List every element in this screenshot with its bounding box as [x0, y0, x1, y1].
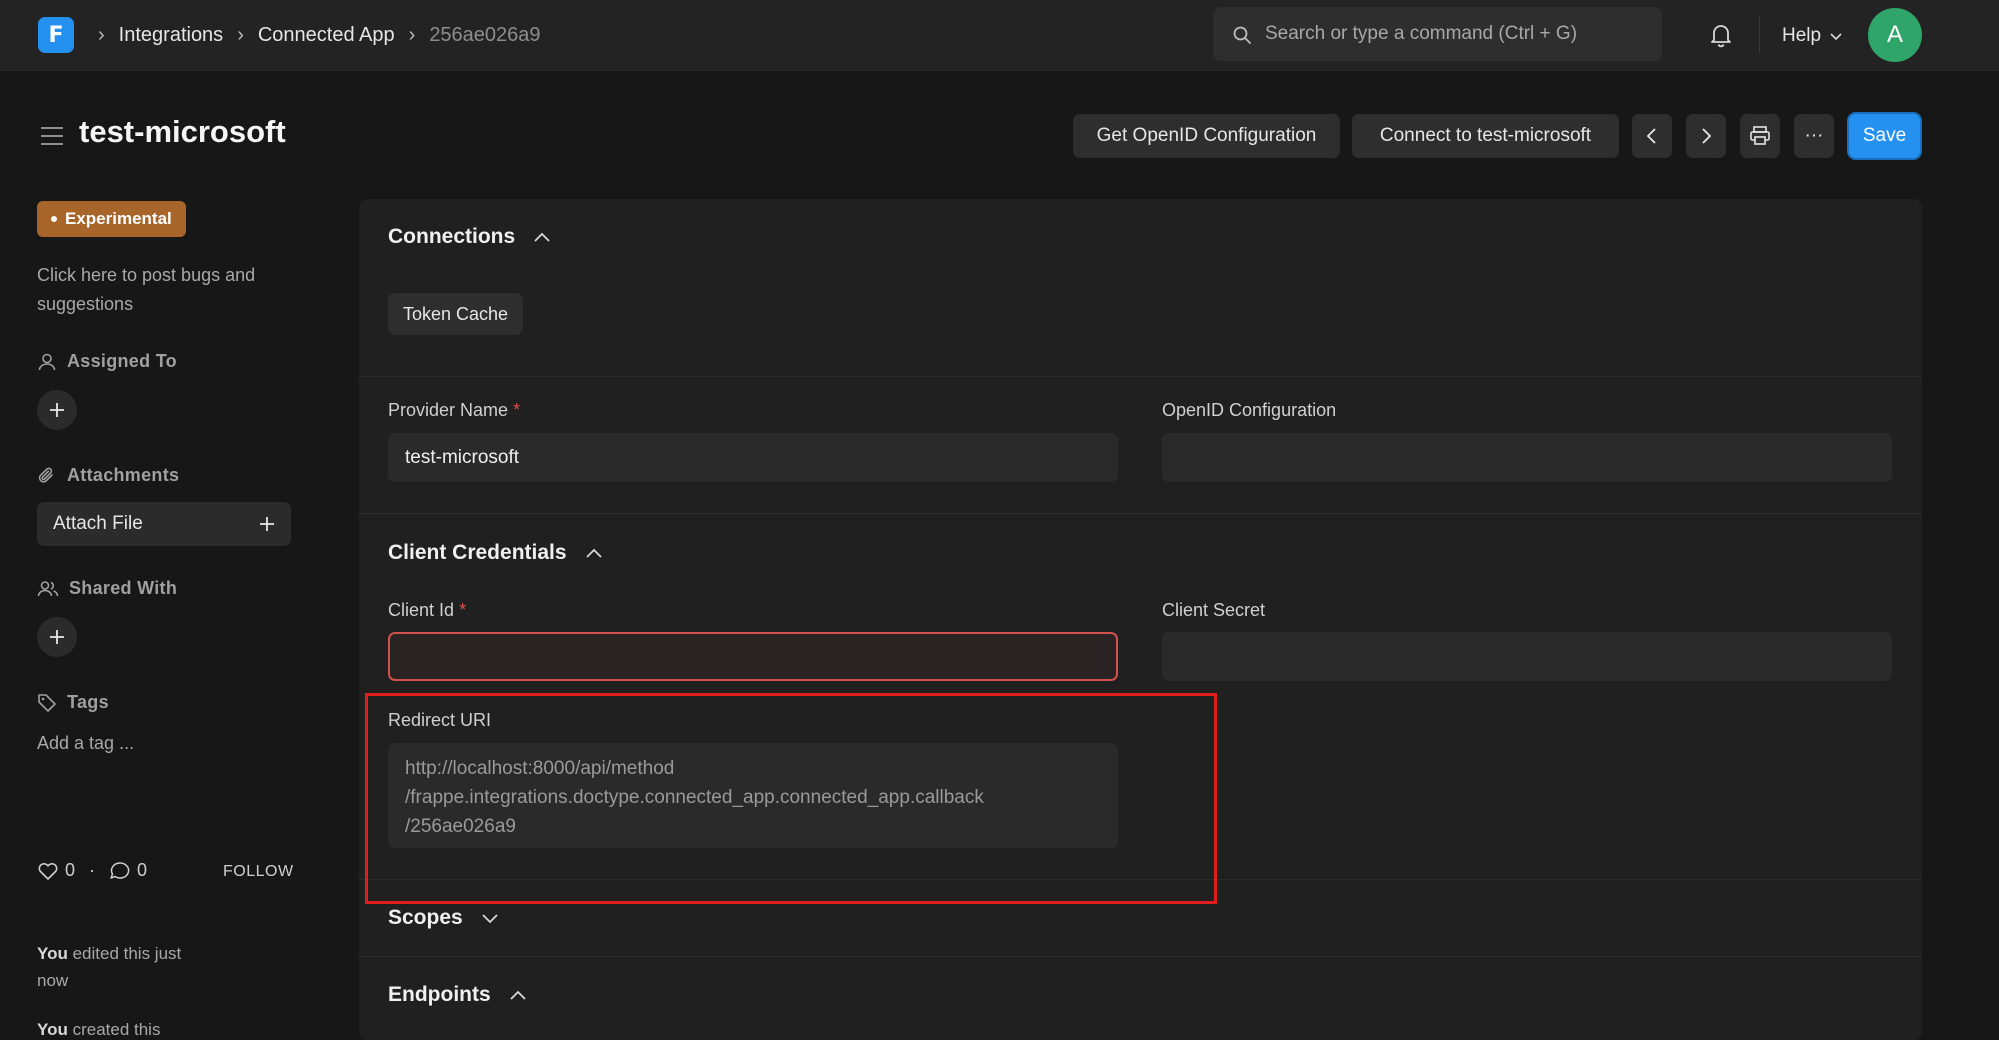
breadcrumb-integrations[interactable]: Integrations [119, 24, 224, 47]
paperclip-icon [38, 467, 53, 483]
avatar[interactable]: A [1868, 8, 1922, 62]
redirect-uri-label: Redirect URI [388, 710, 492, 730]
chevron-right-icon [1702, 128, 1712, 144]
plus-icon [260, 517, 274, 531]
help-label: Help [1782, 24, 1822, 46]
navbar-divider [1759, 17, 1760, 53]
breadcrumb-connected-app[interactable]: Connected App [258, 24, 395, 47]
save-button[interactable]: Save [1849, 114, 1920, 158]
connect-button[interactable]: Connect to test-microsoft [1352, 114, 1619, 158]
attach-file-button[interactable]: Attach File [37, 502, 291, 546]
openid-configuration-label: OpenID Configuration [1162, 400, 1337, 420]
section-client-credentials-toggle[interactable]: Client Credentials [388, 541, 603, 565]
more-actions-button[interactable]: ··· [1794, 114, 1834, 158]
bug-report-link[interactable]: Click here to post bugs and suggestions [37, 261, 287, 319]
chevron-down-icon [1830, 32, 1842, 40]
attach-file-label: Attach File [53, 513, 143, 534]
help-dropdown[interactable]: Help [1782, 0, 1843, 71]
page-title: test-microsoft [79, 114, 286, 149]
section-divider [359, 376, 1922, 377]
provider-name-label: Provider Name * [388, 400, 521, 420]
experimental-badge[interactable]: Experimental [37, 201, 186, 237]
next-record-button[interactable] [1686, 114, 1726, 158]
badge-dot-icon [51, 216, 57, 222]
chevron-up-icon [585, 548, 602, 558]
like-count: 0 [65, 860, 76, 880]
search-icon [1233, 26, 1251, 44]
follow-button[interactable]: FOLLOW [223, 863, 294, 881]
users-icon [37, 580, 59, 596]
chevron-right-icon: › [237, 24, 244, 46]
chevron-right-icon: › [98, 24, 105, 46]
tag-icon [38, 693, 56, 712]
sidebar-toggle-icon[interactable] [39, 125, 65, 152]
heart-icon[interactable] [37, 861, 59, 881]
print-button[interactable] [1740, 114, 1780, 158]
previous-record-button[interactable] [1632, 114, 1672, 158]
shared-with-label: Shared With [37, 578, 177, 599]
breadcrumb-current: 256ae026a9 [429, 24, 541, 46]
chevron-down-icon [482, 914, 498, 924]
client-secret-label: Client Secret [1162, 600, 1266, 620]
top-navbar: F › Integrations › Connected App › 256ae… [0, 0, 1999, 71]
section-divider [359, 513, 1922, 514]
engagement-stats: 0 · 0 [37, 860, 147, 881]
share-button[interactable] [37, 617, 77, 657]
assigned-to-label: Assigned To [37, 351, 177, 372]
openid-configuration-field[interactable] [1162, 433, 1892, 482]
get-openid-configuration-button[interactable]: Get OpenID Configuration [1073, 114, 1340, 158]
section-divider [359, 879, 1922, 880]
breadcrumb: › Integrations › Connected App › 256ae02… [92, 0, 541, 71]
client-id-label: Client Id * [388, 600, 467, 620]
chevron-up-icon [510, 990, 526, 1000]
stats-separator: · [89, 860, 96, 880]
comment-icon[interactable] [109, 861, 131, 881]
form-card: Connections Token Cache Provider Name * … [359, 199, 1922, 1040]
activity-item: You edited this just now [37, 944, 182, 990]
section-connections-toggle[interactable]: Connections [388, 225, 551, 249]
printer-icon [1750, 126, 1770, 145]
section-divider [359, 956, 1922, 957]
plus-icon [50, 403, 64, 417]
chevron-right-icon: › [408, 24, 416, 46]
add-assignee-button[interactable] [37, 390, 77, 430]
tags-label: Tags [37, 692, 109, 713]
token-cache-link[interactable]: Token Cache [388, 293, 524, 335]
notification-bell-icon[interactable] [1708, 22, 1734, 53]
search-placeholder: Search or type a command (Ctrl + G) [1265, 23, 1578, 44]
add-tag-input[interactable]: Add a tag ... [37, 733, 134, 754]
section-scopes-toggle[interactable]: Scopes [388, 906, 499, 930]
plus-icon [50, 630, 64, 644]
client-secret-field[interactable] [1162, 632, 1892, 681]
comment-count: 0 [137, 860, 148, 880]
chevron-left-icon [1646, 128, 1656, 144]
provider-name-field[interactable]: test-microsoft [388, 433, 1118, 482]
activity-item: You created this [37, 1020, 161, 1039]
client-id-field[interactable] [388, 632, 1118, 681]
redirect-uri-field[interactable]: http://localhost:8000/api/method /frappe… [388, 743, 1118, 848]
attachments-label: Attachments [37, 465, 179, 486]
section-endpoints-toggle[interactable]: Endpoints [388, 983, 527, 1007]
user-icon [38, 353, 56, 370]
app-logo[interactable]: F [38, 17, 74, 53]
chevron-up-icon [534, 232, 550, 242]
search-input[interactable]: Search or type a command (Ctrl + G) [1213, 7, 1662, 61]
badge-label: Experimental [65, 209, 172, 228]
